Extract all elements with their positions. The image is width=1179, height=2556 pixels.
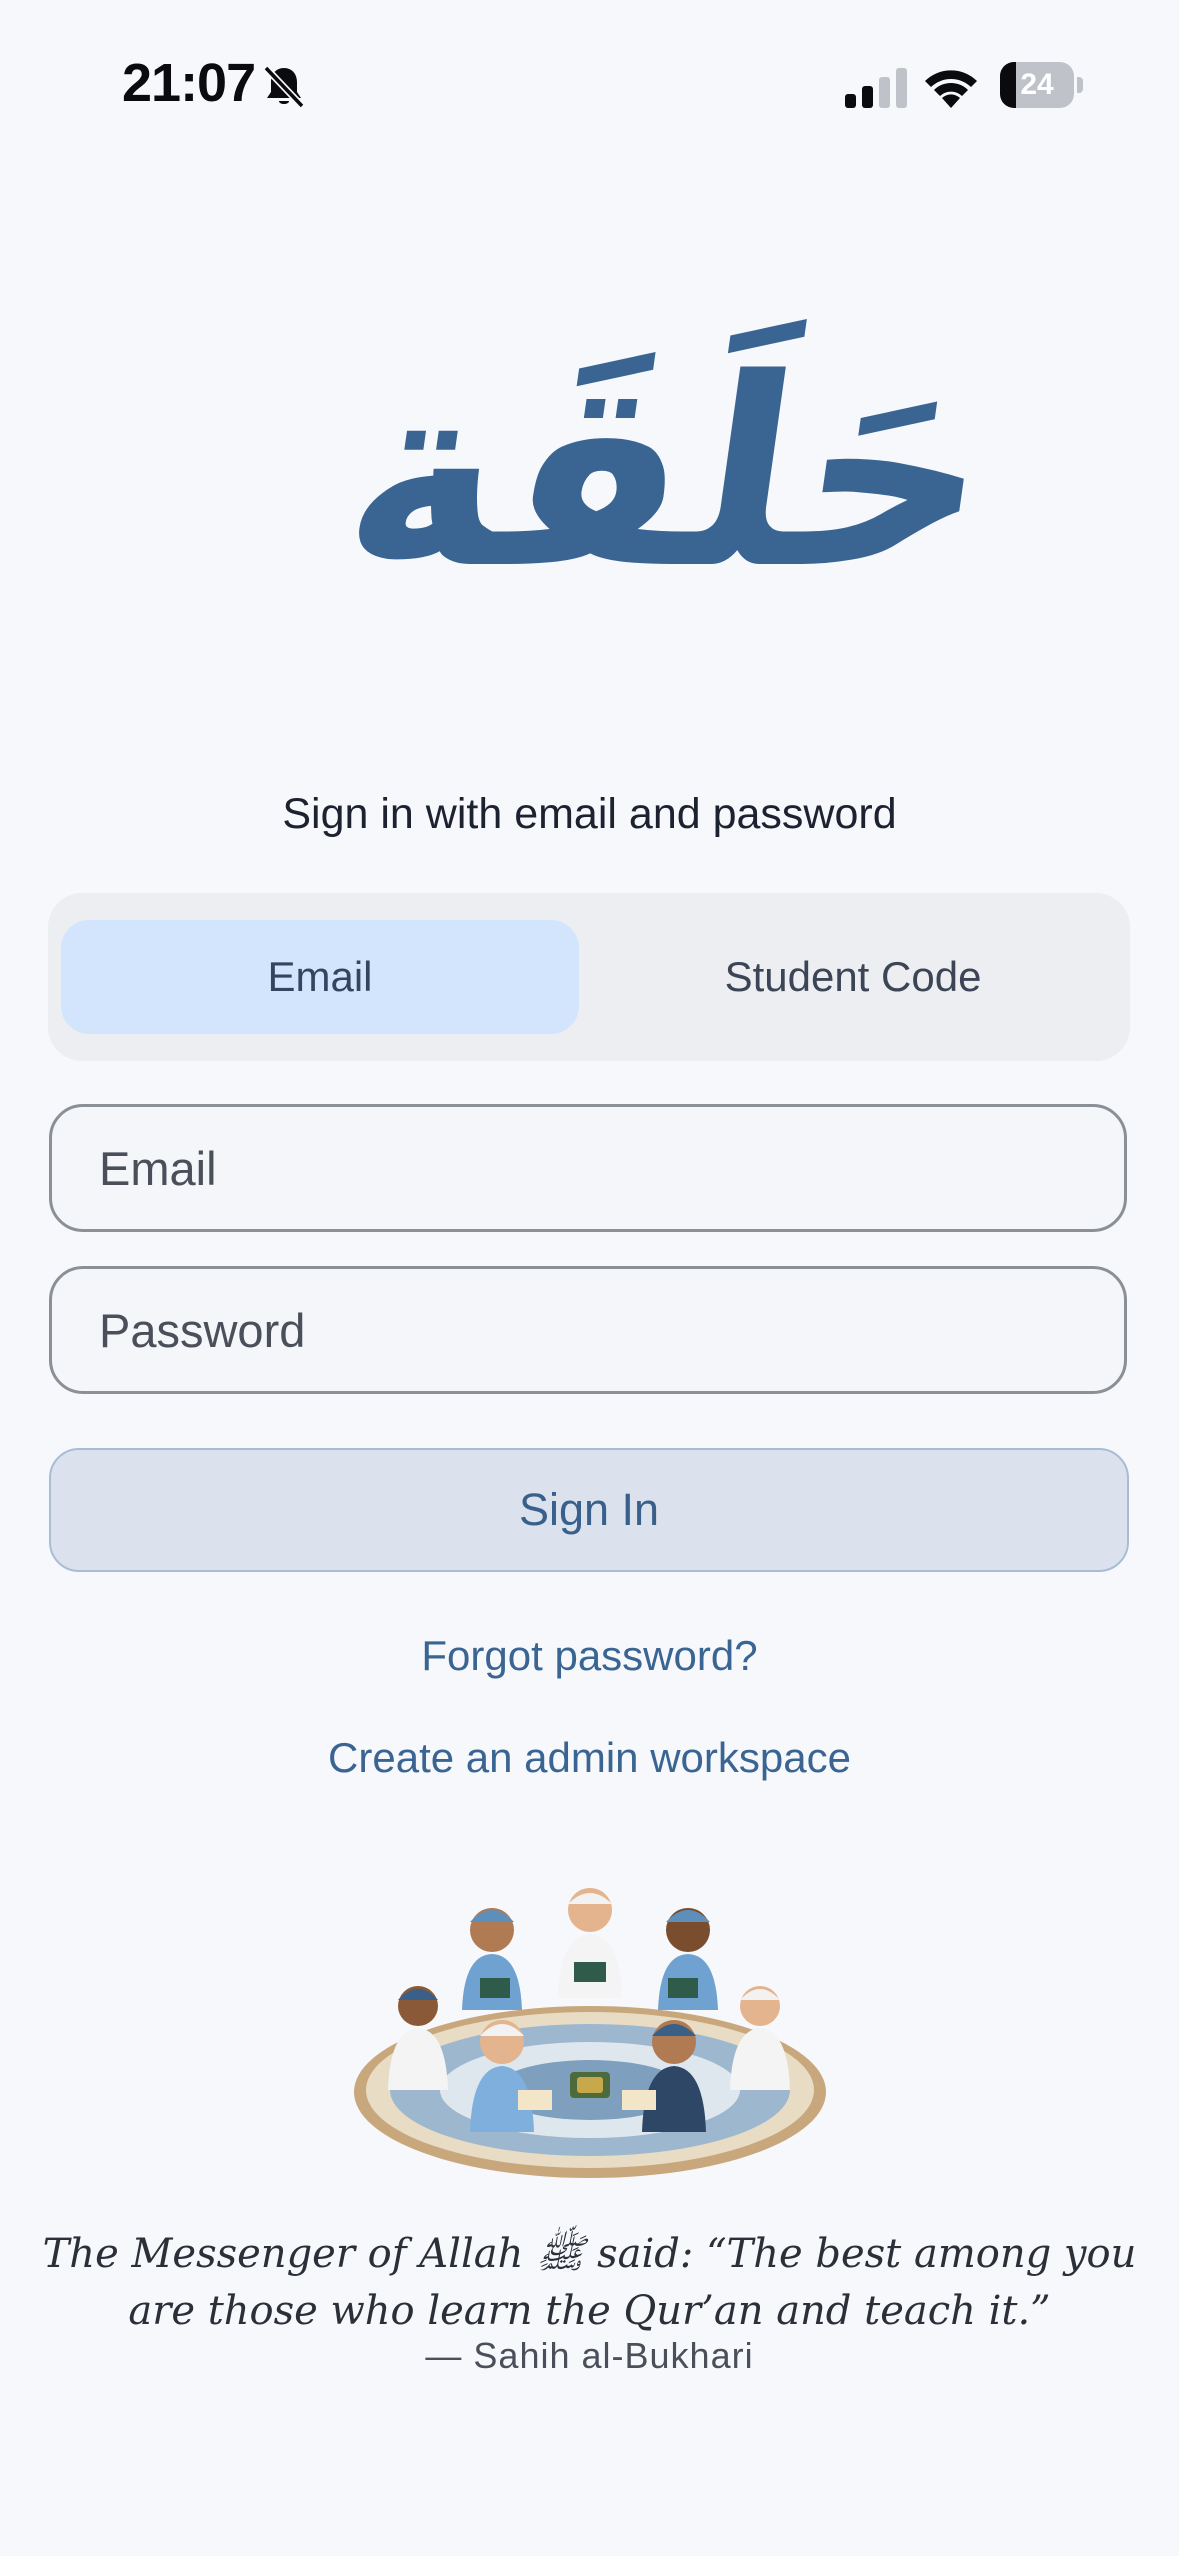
battery-icon: 24 [1000, 62, 1084, 108]
login-method-tabs: Email Student Code [48, 893, 1130, 1061]
logo-text: حَلَقَة [328, 324, 1010, 626]
status-bar: 21:07 24 [0, 0, 1179, 175]
email-field[interactable] [49, 1104, 1127, 1232]
quran-study-circle-illustration [354, 1888, 826, 2178]
email-input[interactable] [52, 1107, 1124, 1229]
sign-in-button[interactable]: Sign In [49, 1448, 1129, 1572]
tab-student-code[interactable]: Student Code [588, 920, 1118, 1034]
battery-level: 24 [1020, 68, 1054, 101]
forgot-password-link[interactable]: Forgot password? [0, 1632, 1179, 1680]
create-workspace-link[interactable]: Create an admin workspace [0, 1734, 1179, 1782]
password-field[interactable] [49, 1266, 1127, 1394]
hadith-source: — Sahih al-Bukhari [425, 2335, 754, 2376]
battery-body: 24 [1000, 62, 1074, 108]
cellular-signal-icon [845, 68, 907, 108]
battery-tip [1077, 77, 1083, 93]
hadith-quote: The Messenger of Allah ﷺ said: “The best… [42, 2231, 1137, 2334]
app-logo: حَلَقَة [329, 320, 1010, 630]
password-input[interactable] [52, 1269, 1124, 1391]
bell-slash-icon [263, 65, 305, 109]
status-time: 21:07 [122, 53, 256, 113]
wifi-icon [925, 70, 977, 108]
signin-heading: Sign in with email and password [282, 790, 897, 838]
tab-email[interactable]: Email [61, 920, 579, 1034]
